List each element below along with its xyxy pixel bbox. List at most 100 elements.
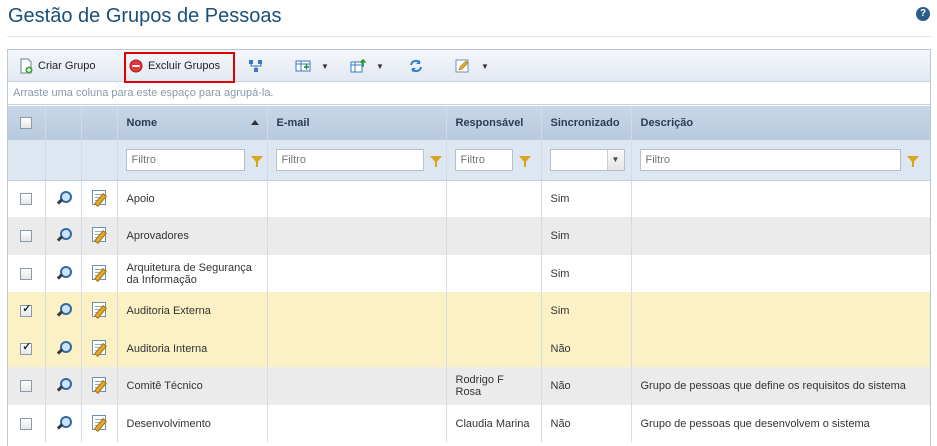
export-menu-button[interactable]: ▼ <box>350 54 384 78</box>
cell-email <box>267 180 447 217</box>
view-details-icon[interactable] <box>57 378 72 391</box>
edit-menu-button[interactable]: ▼ <box>455 54 489 78</box>
cell-name: Auditoria Interna <box>117 330 268 367</box>
column-header-name-label: Nome <box>126 117 158 129</box>
chevron-down-icon: ▼ <box>606 149 624 170</box>
column-header-name[interactable]: Nome <box>117 106 268 140</box>
edit-icon[interactable] <box>92 264 106 280</box>
create-group-label: Criar Grupo <box>38 60 96 72</box>
cell-name: Desenvolvimento <box>117 405 268 442</box>
page-title: Gestão de Grupos de Pessoas <box>8 5 282 27</box>
cell-owner: Claudia Marina <box>446 405 542 442</box>
cell-email <box>267 292 447 330</box>
table-row[interactable]: Desenvolvimento Claudia Marina Não Grupo… <box>8 405 930 442</box>
cell-description: Grupo de pessoas que define os requisito… <box>631 367 930 405</box>
cell-owner <box>446 330 542 367</box>
row-checkbox[interactable] <box>20 417 33 430</box>
cell-owner: Rodrigo F Rosa <box>446 367 542 405</box>
chevron-down-icon: ▼ <box>481 61 489 71</box>
edit-icon[interactable] <box>92 227 106 242</box>
table-row[interactable]: Auditoria Interna Não <box>8 330 930 367</box>
row-checkbox[interactable] <box>20 192 33 205</box>
hierarchy-button[interactable] <box>248 54 268 78</box>
cell-synced: Não <box>541 330 632 367</box>
cell-email <box>267 255 447 292</box>
cell-name: Auditoria Externa <box>117 292 268 330</box>
column-header-synced[interactable]: Sincronizado <box>541 106 632 140</box>
view-details-icon[interactable] <box>57 190 72 204</box>
chevron-down-icon: ▼ <box>376 61 384 71</box>
header-row: Nome E-mail Responsável Sincronizado Des… <box>8 106 930 140</box>
row-checkbox[interactable] <box>20 230 33 243</box>
edit-icon[interactable] <box>92 339 106 355</box>
cell-owner <box>446 217 542 255</box>
view-details-icon[interactable] <box>57 303 72 316</box>
row-checkbox[interactable] <box>20 341 33 355</box>
cell-email <box>267 405 447 442</box>
filter-icon[interactable] <box>250 156 263 168</box>
columns-menu-button[interactable]: ▼ <box>295 54 329 78</box>
edit-icon[interactable] <box>92 377 106 392</box>
columns-icon <box>295 58 311 74</box>
highlight-frame <box>124 52 235 83</box>
cell-name: Aprovadores <box>117 217 268 255</box>
filter-row: ▼ <box>8 140 930 181</box>
cell-description <box>631 330 930 367</box>
group-by-drop-zone[interactable]: Arraste uma coluna para este espaço para… <box>8 83 930 105</box>
table-row[interactable]: Auditoria Externa Sim <box>8 292 930 330</box>
cell-description: Grupo de pessoas que desenvolvem o siste… <box>631 405 930 442</box>
cell-name: Comitê Técnico <box>117 367 268 405</box>
select-all-cell[interactable] <box>8 106 46 140</box>
table-row[interactable]: Apoio Sim <box>8 180 930 217</box>
row-checkbox[interactable] <box>20 303 33 318</box>
cell-email <box>267 367 447 405</box>
refresh-icon <box>408 58 424 74</box>
cell-description <box>631 292 930 330</box>
filter-icon[interactable] <box>518 156 531 168</box>
owner-filter-input[interactable] <box>454 148 513 171</box>
column-header-email[interactable]: E-mail <box>267 106 447 140</box>
header-view-col <box>45 106 82 140</box>
create-group-button[interactable]: Criar Grupo <box>18 54 95 78</box>
cell-synced: Sim <box>541 255 632 292</box>
cell-name: Arquitetura de Segurança da Informação <box>117 255 268 292</box>
cell-synced: Sim <box>541 292 632 330</box>
cell-owner <box>446 255 542 292</box>
row-checkbox[interactable] <box>20 267 33 280</box>
column-header-owner[interactable]: Responsável <box>446 106 542 140</box>
cell-synced: Não <box>541 405 632 442</box>
edit-icon[interactable] <box>92 189 106 205</box>
name-filter-input[interactable] <box>125 148 245 171</box>
cell-synced: Sim <box>541 180 632 217</box>
view-details-icon[interactable] <box>57 340 72 354</box>
header-edit-col <box>81 106 118 140</box>
filter-icon[interactable] <box>429 156 442 168</box>
select-all-checkbox[interactable] <box>20 117 33 130</box>
description-filter-input[interactable] <box>639 148 901 171</box>
refresh-button[interactable] <box>408 54 428 78</box>
cell-owner <box>446 180 542 217</box>
filter-icon[interactable] <box>906 156 919 168</box>
edit-icon[interactable] <box>92 414 106 430</box>
cell-synced: Não <box>541 367 632 405</box>
cell-email <box>267 217 447 255</box>
cell-email <box>267 330 447 367</box>
edit-icon[interactable] <box>92 302 106 317</box>
view-details-icon[interactable] <box>57 415 72 429</box>
cell-description <box>631 255 930 292</box>
view-details-icon[interactable] <box>57 265 72 279</box>
table-row[interactable]: Aprovadores Sim <box>8 217 930 255</box>
cell-synced: Sim <box>541 217 632 255</box>
cell-name: Apoio <box>117 180 268 217</box>
view-details-icon[interactable] <box>57 228 72 241</box>
column-header-description[interactable]: Descrição <box>631 106 930 140</box>
title-divider <box>7 36 931 37</box>
row-checkbox[interactable] <box>20 380 33 393</box>
synced-filter-select[interactable]: ▼ <box>549 148 625 171</box>
table-row[interactable]: Arquitetura de Segurança da Informação S… <box>8 255 930 292</box>
email-filter-input[interactable] <box>275 148 424 171</box>
table-row[interactable]: Comitê Técnico Rodrigo F Rosa Não Grupo … <box>8 367 930 405</box>
help-icon[interactable]: ? <box>916 7 930 21</box>
hierarchy-icon <box>248 58 264 74</box>
groups-grid-panel: Criar Grupo Excluir Grupos ▼ ▼ ▼ Arraste… <box>7 49 931 446</box>
